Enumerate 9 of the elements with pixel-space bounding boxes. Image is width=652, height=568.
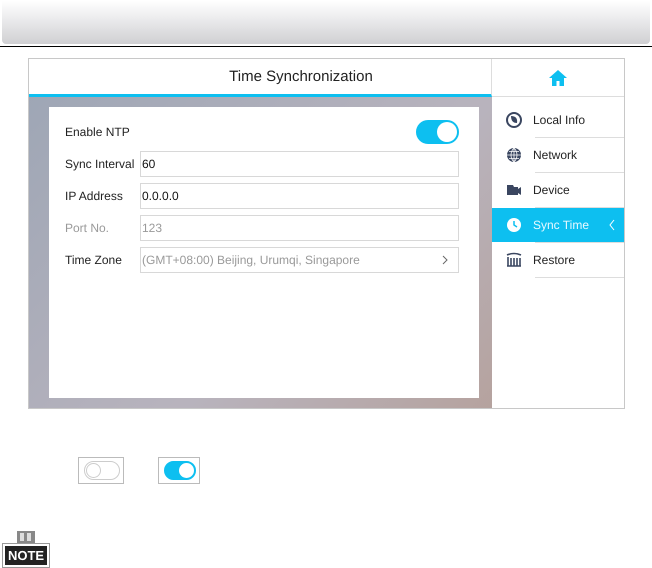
field-label: Time Zone bbox=[65, 253, 123, 267]
field-label: Port No. bbox=[65, 221, 110, 235]
field-label: Enable NTP bbox=[65, 125, 131, 139]
screen-title: Time Synchronization bbox=[229, 68, 373, 85]
input-field[interactable]: 0.0.0.0 bbox=[140, 183, 459, 209]
input-field[interactable]: 60 bbox=[140, 151, 459, 177]
field-label: Sync Interval bbox=[65, 157, 136, 171]
note-label: NOTE bbox=[2, 544, 50, 567]
field-label: IP Address bbox=[65, 189, 124, 203]
